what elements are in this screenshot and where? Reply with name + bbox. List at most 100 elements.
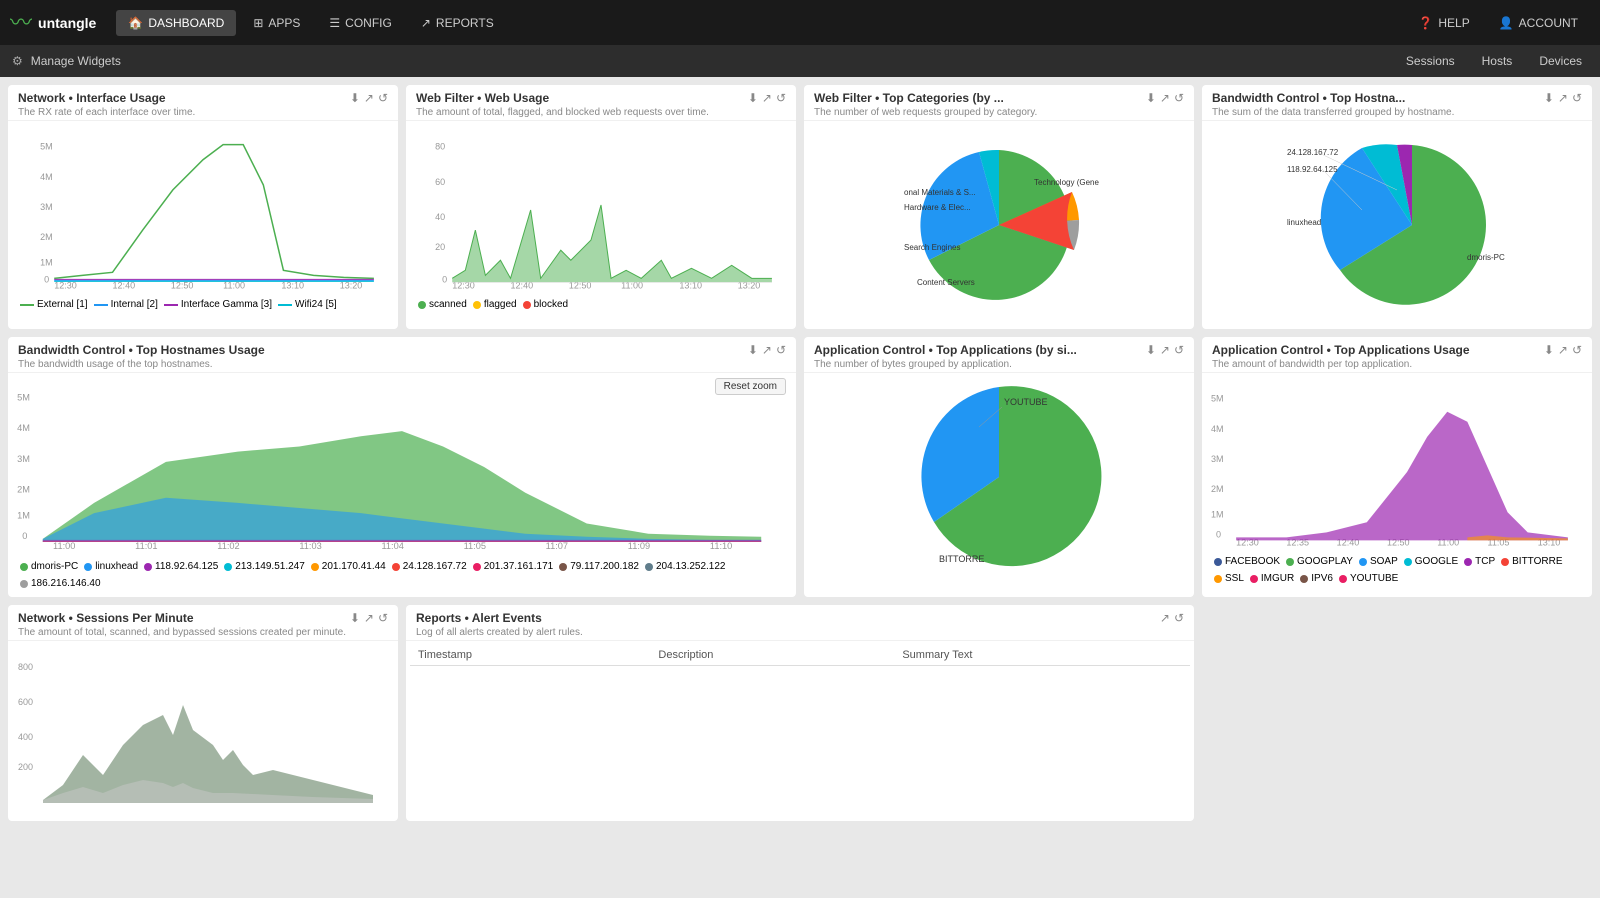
refresh-btn-web[interactable]: ↺ [776, 91, 786, 105]
expand-btn-alerts[interactable]: ↗ [1160, 611, 1170, 625]
dashboard: Network • Interface Usage The RX rate of… [0, 77, 1600, 829]
refresh-btn-alerts[interactable]: ↺ [1174, 611, 1184, 625]
download-btn-categories[interactable]: ⬇ [1146, 91, 1156, 105]
widget-controls-alert-events: ↗ ↺ [1160, 611, 1184, 625]
legend-gamma-color [164, 304, 178, 306]
svg-text:60: 60 [435, 177, 445, 187]
widget-title-top-apps-pie: Application Control • Top Applications (… [814, 343, 1077, 357]
nav-reports[interactable]: ↗ REPORTS [409, 10, 506, 36]
download-btn-sessions[interactable]: ⬇ [350, 611, 360, 625]
widget-body-top-apps-usage: 5M 4M 3M 2M 1M 0 12:30 12:35 12:40 12:50… [1202, 373, 1592, 597]
svg-text:Search Engines: Search Engines [904, 243, 960, 252]
top-navigation: 〰 untangle 🏠 DASHBOARD ⊞ APPS ☰ CONFIG ↗… [0, 0, 1600, 45]
col-summary: Summary Text [894, 645, 1190, 666]
widget-title-alert-events: Reports • Alert Events [416, 611, 583, 625]
expand-btn-interface[interactable]: ↗ [364, 91, 374, 105]
chart-web-usage: 80 60 40 20 0 12:30 12:40 12:50 11:00 13… [410, 125, 792, 295]
account-icon: 👤 [1499, 16, 1514, 30]
chart-interface-usage: 5M 4M 3M 2M 1M 0 12:30 12:40 12:50 11:00… [12, 125, 394, 295]
toolbar: ⚙ Manage Widgets Sessions Hosts Devices [0, 45, 1600, 77]
logo-wave-icon: 〰 [10, 12, 32, 34]
svg-text:11:03: 11:03 [299, 541, 321, 551]
toolbar-right: Sessions Hosts Devices [1400, 50, 1588, 72]
widget-title-top-apps-usage: Application Control • Top Applications U… [1212, 343, 1470, 357]
widget-subtitle-sessions: The amount of total, scanned, and bypass… [18, 627, 346, 638]
refresh-btn-categories[interactable]: ↺ [1174, 91, 1184, 105]
logo: 〰 untangle [10, 12, 96, 34]
devices-tab[interactable]: Devices [1533, 50, 1588, 72]
legend-flagged-color [473, 301, 481, 309]
svg-text:11:04: 11:04 [381, 541, 403, 551]
download-btn-interface[interactable]: ⬇ [350, 91, 360, 105]
expand-btn-bw-host[interactable]: ↗ [1558, 91, 1568, 105]
legend-blocked-color [523, 301, 531, 309]
download-btn-bw-host[interactable]: ⬇ [1544, 91, 1554, 105]
nav-apps[interactable]: ⊞ APPS [241, 10, 312, 36]
widget-header-alert-events: Reports • Alert Events Log of all alerts… [406, 605, 1194, 641]
svg-text:11:10: 11:10 [710, 541, 732, 551]
nav-config[interactable]: ☰ CONFIG [317, 10, 403, 36]
download-btn-apps-usage[interactable]: ⬇ [1544, 343, 1554, 357]
widget-controls-bw-hostnames-usage: ⬇ ↗ ↺ [748, 343, 786, 357]
widget-bw-hostnames-usage: Bandwidth Control • Top Hostnames Usage … [8, 337, 796, 597]
widget-header-bandwidth-hostname: Bandwidth Control • Top Hostna... The su… [1202, 85, 1592, 121]
legend-ipv6: IPV6 [1300, 573, 1333, 584]
widget-controls-top-apps-pie: ⬇ ↗ ↺ [1146, 343, 1184, 357]
chart-svg-apps-usage: 5M 4M 3M 2M 1M 0 12:30 12:35 12:40 12:50… [1206, 377, 1588, 552]
sessions-tab[interactable]: Sessions [1400, 50, 1461, 72]
svg-text:0: 0 [442, 274, 447, 284]
pie-svg-categories: Technology (General) Content Servers Sea… [899, 130, 1099, 320]
download-btn-apps-pie[interactable]: ⬇ [1146, 343, 1156, 357]
chart-sessions: 800 600 400 200 [12, 645, 394, 805]
refresh-btn-bw-host[interactable]: ↺ [1572, 91, 1582, 105]
refresh-btn-interface[interactable]: ↺ [378, 91, 388, 105]
legend-linuxhead: linuxhead [84, 561, 138, 572]
svg-text:400: 400 [18, 732, 33, 742]
legend-204: 204.13.252.122 [645, 561, 726, 572]
legend-top-apps-usage: FACEBOOK GOOGPLAY SOAP GOOGLE TCP [1206, 552, 1588, 588]
svg-text:5M: 5M [17, 392, 30, 402]
expand-btn-sessions[interactable]: ↗ [364, 611, 374, 625]
widget-body-top-categories: Technology (General) Content Servers Sea… [804, 121, 1194, 329]
expand-btn-web[interactable]: ↗ [762, 91, 772, 105]
apps-icon: ⊞ [253, 16, 263, 30]
legend-imgur: IMGUR [1250, 573, 1294, 584]
download-btn-web[interactable]: ⬇ [748, 91, 758, 105]
refresh-btn-sessions[interactable]: ↺ [378, 611, 388, 625]
svg-text:YOUTUBE: YOUTUBE [1004, 397, 1048, 407]
legend-youtube: YOUTUBE [1339, 573, 1398, 584]
refresh-btn-apps-pie[interactable]: ↺ [1174, 343, 1184, 357]
help-button[interactable]: ❓ HELP [1406, 10, 1481, 36]
chart-svg-interface: 5M 4M 3M 2M 1M 0 12:30 12:40 12:50 11:00… [12, 125, 394, 295]
chart-svg-bw-hostnames: 5M 4M 3M 2M 1M 0 11:00 11:01 11:02 11:03… [12, 377, 792, 557]
widget-top-apps-pie: Application Control • Top Applications (… [804, 337, 1194, 597]
hosts-tab[interactable]: Hosts [1476, 50, 1519, 72]
svg-text:3M: 3M [40, 202, 53, 212]
widget-subtitle-top-apps-usage: The amount of bandwidth per top applicat… [1212, 359, 1470, 370]
svg-text:11:05: 11:05 [464, 541, 486, 551]
legend-186: 186.216.146.40 [20, 578, 101, 589]
account-button[interactable]: 👤 ACCOUNT [1487, 10, 1590, 36]
expand-btn-apps-pie[interactable]: ↗ [1160, 343, 1170, 357]
chart-bw-hostnames-usage: 5M 4M 3M 2M 1M 0 11:00 11:01 11:02 11:03… [12, 377, 792, 557]
gear-icon: ⚙ [12, 54, 23, 68]
widget-body-interface-usage: 5M 4M 3M 2M 1M 0 12:30 12:40 12:50 11:00… [8, 121, 398, 329]
refresh-btn-apps-usage[interactable]: ↺ [1572, 343, 1582, 357]
legend-ssl: SSL [1214, 573, 1244, 584]
widget-title-web-usage: Web Filter • Web Usage [416, 91, 709, 105]
svg-text:0: 0 [44, 274, 49, 284]
svg-text:80: 80 [435, 142, 445, 152]
expand-btn-categories[interactable]: ↗ [1160, 91, 1170, 105]
legend-scanned-color [418, 301, 426, 309]
legend-tcp: TCP [1464, 556, 1495, 567]
legend-201: 201.170.41.44 [311, 561, 386, 572]
svg-text:600: 600 [18, 697, 33, 707]
widget-subtitle-bandwidth-hostname: The sum of the data transferred grouped … [1212, 107, 1454, 118]
nav-dashboard[interactable]: 🏠 DASHBOARD [116, 10, 236, 36]
refresh-btn-bw-usage[interactable]: ↺ [776, 343, 786, 357]
download-btn-bw-usage[interactable]: ⬇ [748, 343, 758, 357]
expand-btn-bw-usage[interactable]: ↗ [762, 343, 772, 357]
legend-google: GOOGLE [1404, 556, 1458, 567]
expand-btn-apps-usage[interactable]: ↗ [1558, 343, 1568, 357]
legend-79: 79.117.200.182 [559, 561, 639, 572]
